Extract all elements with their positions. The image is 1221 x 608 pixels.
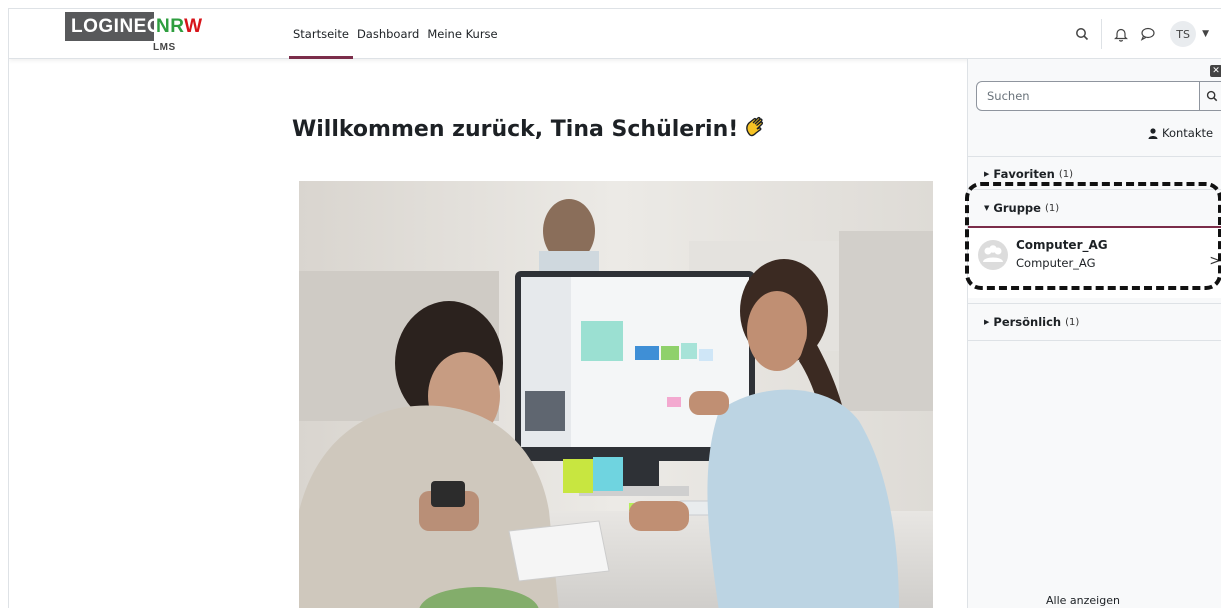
section-group: ▼ Gruppe (1) Computer_AG Computer_AG > xyxy=(968,189,1221,298)
close-icon[interactable]: ✕ xyxy=(1210,65,1221,77)
nav-link-dashboard[interactable]: Dashboard xyxy=(353,9,423,59)
messaging-drawer: ✕ Kontakte ▶ Favoriten (1) ▼ Gruppe (1) xyxy=(967,59,1221,608)
logo-text-nr: NR xyxy=(156,16,185,37)
navbar-actions: TS ▼ xyxy=(1069,9,1221,59)
personal-toggle[interactable]: ▶ Persönlich (1) xyxy=(968,304,1221,340)
search-icon xyxy=(1206,90,1217,102)
caret-down-icon: ▼ xyxy=(984,204,990,212)
personal-label: Persönlich xyxy=(993,315,1062,329)
search-input[interactable] xyxy=(976,81,1200,111)
chat-bubble-icon[interactable] xyxy=(1134,21,1160,47)
primary-navigation: Startseite Dashboard Meine Kurse xyxy=(289,9,502,59)
group-subtitle: Computer_AG xyxy=(1016,256,1096,270)
contacts-link[interactable]: Kontakte xyxy=(1148,126,1213,140)
logo-text-lms: LMS xyxy=(153,42,176,53)
top-navbar: LOGINEO NRW LMS Startseite Dashboard Mei… xyxy=(9,9,1221,59)
contacts-label: Kontakte xyxy=(1162,126,1214,140)
group-label: Gruppe xyxy=(993,201,1041,215)
personal-count: (1) xyxy=(1065,316,1080,328)
waving-hand-icon xyxy=(742,113,770,141)
search-icon[interactable] xyxy=(1069,21,1095,47)
user-avatar[interactable]: TS xyxy=(1170,21,1197,47)
chevron-right-icon: > xyxy=(1209,253,1221,269)
hero-image xyxy=(299,181,933,608)
users-icon xyxy=(983,245,1003,262)
favorites-toggle[interactable]: ▶ Favoriten (1) xyxy=(968,157,1221,191)
favorites-label: Favoriten xyxy=(993,167,1055,181)
group-toggle[interactable]: ▼ Gruppe (1) xyxy=(968,190,1221,228)
app-frame: LOGINEO NRW LMS Startseite Dashboard Mei… xyxy=(8,8,1221,608)
group-avatar xyxy=(978,240,1008,270)
section-favorites: ▶ Favoriten (1) xyxy=(968,156,1221,191)
chevron-down-icon[interactable]: ▼ xyxy=(1202,29,1209,39)
logineo-logo[interactable]: LOGINEO NRW LMS xyxy=(65,12,203,58)
caret-right-icon: ▶ xyxy=(984,318,990,326)
show-all-link[interactable]: Alle anzeigen xyxy=(1046,594,1120,607)
bell-icon[interactable] xyxy=(1108,21,1134,47)
nav-link-startseite[interactable]: Startseite xyxy=(289,9,353,59)
group-name: Computer_AG xyxy=(1016,238,1108,252)
user-icon xyxy=(1148,127,1158,139)
welcome-heading: Willkommen zurück, Tina Schülerin! xyxy=(292,113,770,142)
caret-right-icon: ▶ xyxy=(984,170,990,178)
logo-text-w: W xyxy=(184,16,203,37)
section-personal: ▶ Persönlich (1) xyxy=(968,303,1221,341)
drawer-search xyxy=(976,81,1221,111)
logo-text-logineo: LOGINEO xyxy=(65,12,162,41)
favorites-count: (1) xyxy=(1058,168,1073,180)
search-button[interactable] xyxy=(1200,81,1221,111)
group-count: (1) xyxy=(1044,202,1060,214)
nav-link-meine-kurse[interactable]: Meine Kurse xyxy=(423,9,501,59)
navbar-divider xyxy=(1101,19,1103,49)
group-conversation-item[interactable]: Computer_AG Computer_AG > xyxy=(968,228,1221,298)
